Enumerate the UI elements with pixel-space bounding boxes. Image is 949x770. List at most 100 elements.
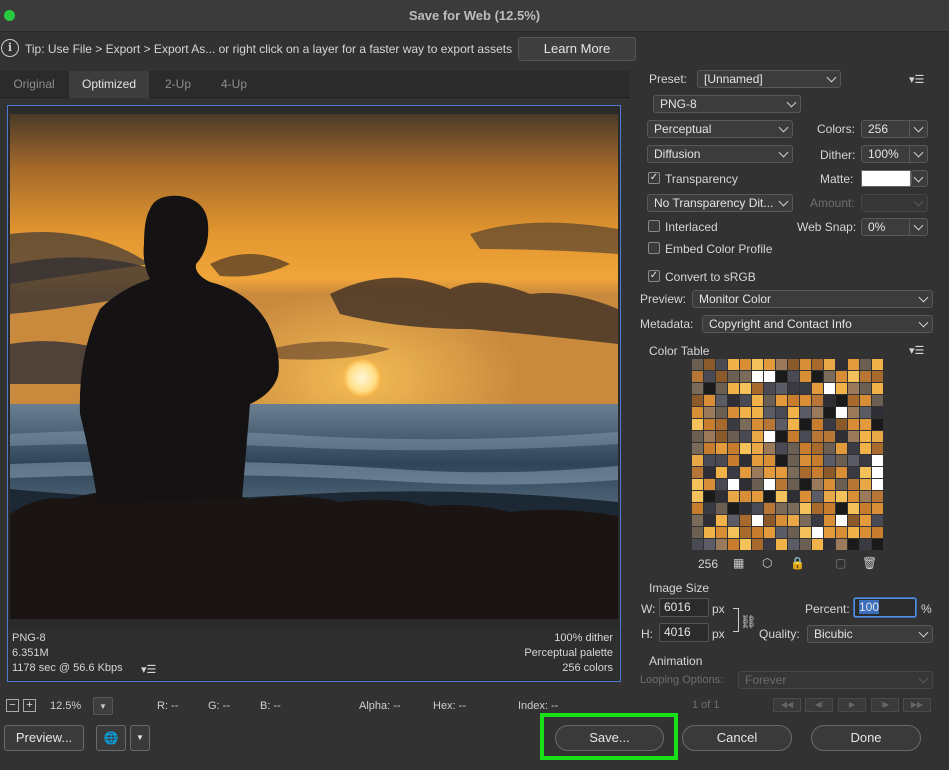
- color-swatch[interactable]: [764, 359, 775, 370]
- color-swatch[interactable]: [716, 455, 727, 466]
- color-swatch[interactable]: [776, 383, 787, 394]
- color-swatch[interactable]: [812, 503, 823, 514]
- format-select[interactable]: PNG-8: [653, 95, 801, 113]
- done-button[interactable]: Done: [811, 725, 921, 751]
- percent-input[interactable]: 100: [854, 598, 916, 617]
- color-swatch[interactable]: [764, 407, 775, 418]
- color-swatch[interactable]: [776, 539, 787, 550]
- web-shift-icon[interactable]: ⬡: [762, 556, 772, 570]
- color-swatch[interactable]: [848, 491, 859, 502]
- color-swatch[interactable]: [812, 455, 823, 466]
- preset-select[interactable]: [Unnamed]: [697, 70, 841, 88]
- color-swatch[interactable]: [728, 515, 739, 526]
- color-swatch[interactable]: [848, 467, 859, 478]
- color-swatch[interactable]: [776, 467, 787, 478]
- color-swatch[interactable]: [788, 359, 799, 370]
- color-swatch[interactable]: [860, 359, 871, 370]
- color-swatch[interactable]: [824, 515, 835, 526]
- color-swatch[interactable]: [872, 443, 883, 454]
- embed-color-profile-checkbox[interactable]: [648, 242, 660, 254]
- matte-dropdown[interactable]: [911, 170, 928, 187]
- color-swatch[interactable]: [872, 479, 883, 490]
- color-swatch[interactable]: [728, 395, 739, 406]
- zoom-in-icon[interactable]: +: [23, 699, 36, 712]
- color-swatch[interactable]: [716, 467, 727, 478]
- color-swatch[interactable]: [764, 431, 775, 442]
- color-swatch[interactable]: [752, 407, 763, 418]
- color-swatch[interactable]: [716, 419, 727, 430]
- color-swatch[interactable]: [740, 359, 751, 370]
- color-swatch[interactable]: [800, 383, 811, 394]
- color-swatch[interactable]: [764, 539, 775, 550]
- color-swatch[interactable]: [836, 503, 847, 514]
- color-swatch[interactable]: [872, 431, 883, 442]
- color-swatch[interactable]: [692, 359, 703, 370]
- color-swatch[interactable]: [824, 539, 835, 550]
- color-swatch[interactable]: [752, 443, 763, 454]
- color-swatch[interactable]: [872, 491, 883, 502]
- color-swatch[interactable]: [776, 515, 787, 526]
- color-swatch[interactable]: [848, 359, 859, 370]
- color-swatch[interactable]: [836, 491, 847, 502]
- dither-combo[interactable]: 100%: [861, 145, 928, 163]
- color-swatch[interactable]: [692, 491, 703, 502]
- color-swatch[interactable]: [740, 527, 751, 538]
- lock-color-icon[interactable]: 🔒: [790, 556, 805, 570]
- color-swatch[interactable]: [812, 371, 823, 382]
- color-swatch[interactable]: [824, 443, 835, 454]
- color-swatch[interactable]: [800, 431, 811, 442]
- color-swatch[interactable]: [860, 419, 871, 430]
- cancel-button[interactable]: Cancel: [682, 725, 792, 751]
- color-swatch[interactable]: [860, 539, 871, 550]
- color-swatch[interactable]: [728, 443, 739, 454]
- color-swatch[interactable]: [836, 527, 847, 538]
- color-swatch[interactable]: [776, 479, 787, 490]
- color-swatch[interactable]: [812, 491, 823, 502]
- color-swatch[interactable]: [788, 443, 799, 454]
- color-swatch[interactable]: [740, 443, 751, 454]
- color-swatch[interactable]: [764, 443, 775, 454]
- color-swatch[interactable]: [704, 527, 715, 538]
- color-swatch[interactable]: [776, 431, 787, 442]
- color-swatch[interactable]: [788, 383, 799, 394]
- quality-select[interactable]: Bicubic: [807, 625, 933, 643]
- color-swatch[interactable]: [764, 467, 775, 478]
- color-swatch[interactable]: [728, 419, 739, 430]
- color-swatch[interactable]: [788, 419, 799, 430]
- color-reduction-select[interactable]: Perceptual: [647, 120, 793, 138]
- color-swatch[interactable]: [752, 527, 763, 538]
- color-swatch[interactable]: [716, 407, 727, 418]
- tab-optimized[interactable]: Optimized: [69, 71, 149, 98]
- tab-2-up[interactable]: 2-Up: [150, 71, 206, 98]
- color-swatch[interactable]: [716, 503, 727, 514]
- color-swatch[interactable]: [848, 371, 859, 382]
- transparency-dither-select[interactable]: No Transparency Dit...: [647, 194, 793, 212]
- color-swatch[interactable]: [848, 419, 859, 430]
- color-swatch[interactable]: [872, 383, 883, 394]
- color-swatch[interactable]: [824, 527, 835, 538]
- color-swatch[interactable]: [836, 467, 847, 478]
- tab-original[interactable]: Original: [0, 71, 68, 98]
- color-swatch[interactable]: [704, 395, 715, 406]
- color-swatch[interactable]: [740, 383, 751, 394]
- color-swatch[interactable]: [872, 503, 883, 514]
- new-color-icon[interactable]: ▢: [835, 556, 846, 570]
- color-swatch[interactable]: [776, 395, 787, 406]
- color-swatch[interactable]: [704, 443, 715, 454]
- color-swatch[interactable]: [800, 455, 811, 466]
- color-swatch[interactable]: [692, 539, 703, 550]
- color-swatch[interactable]: [704, 503, 715, 514]
- color-swatch[interactable]: [872, 419, 883, 430]
- color-swatch[interactable]: [716, 479, 727, 490]
- color-swatch[interactable]: [764, 455, 775, 466]
- color-swatch[interactable]: [752, 539, 763, 550]
- color-swatch[interactable]: [860, 371, 871, 382]
- color-swatch[interactable]: [704, 515, 715, 526]
- color-swatch[interactable]: [740, 371, 751, 382]
- color-swatch[interactable]: [740, 467, 751, 478]
- color-swatch[interactable]: [692, 503, 703, 514]
- color-swatch[interactable]: [824, 431, 835, 442]
- color-swatch[interactable]: [692, 431, 703, 442]
- color-swatch[interactable]: [716, 371, 727, 382]
- color-swatch[interactable]: [848, 383, 859, 394]
